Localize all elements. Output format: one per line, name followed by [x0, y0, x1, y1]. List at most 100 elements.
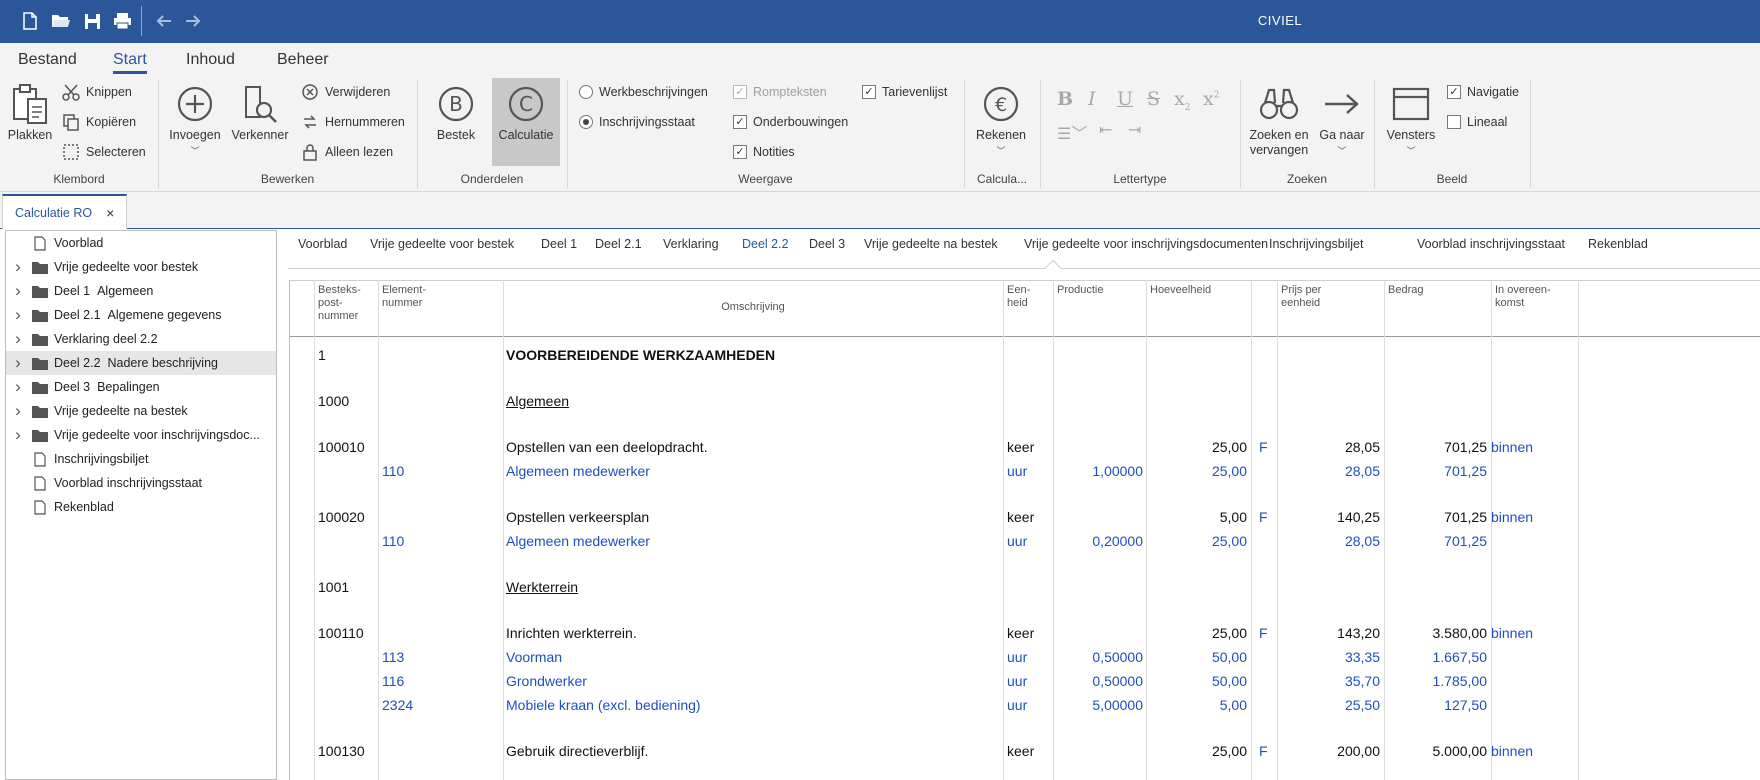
chevron-right-icon[interactable]: ›	[12, 281, 24, 301]
insert-button[interactable]: Invoegen ﹀	[163, 78, 227, 166]
menu-tab-inhoud[interactable]: Inhoud	[186, 51, 235, 69]
checkbox-lineaal[interactable]: Lineaal	[1447, 111, 1507, 133]
menu-tab-bestand[interactable]: Bestand	[18, 51, 77, 69]
tree-item[interactable]: › Vrije gedeelte voor bestek	[6, 255, 276, 279]
bold-icon[interactable]: B	[1057, 88, 1073, 110]
tree-item[interactable]: Voorblad	[6, 231, 276, 255]
paste-button[interactable]: Plakken	[4, 78, 56, 166]
checkbox-rompteksten[interactable]: ✓ Rompteksten	[733, 81, 827, 103]
radio-inschrijvingsstaat[interactable]: Inschrijvingsstaat	[579, 111, 695, 133]
column-header-element[interactable]: Element-nummer	[382, 284, 492, 310]
radio-werkbeschrijvingen[interactable]: Werkbeschrijvingen	[579, 81, 708, 103]
column-header-productie[interactable]: Productie	[1057, 284, 1142, 297]
subscript-icon[interactable]: x2	[1174, 88, 1190, 113]
checkbox-tarievenlijst[interactable]: ✓ Tarievenlijst	[862, 81, 947, 103]
checkbox-onderbouwingen[interactable]: ✓ Onderbouwingen	[733, 111, 848, 133]
copy-button[interactable]: Kopiëren	[60, 111, 136, 133]
column-header-omschrijving[interactable]: Omschrijving	[503, 301, 1003, 314]
calculatie-button[interactable]: C Calculatie	[492, 78, 560, 166]
chevron-right-icon[interactable]: ›	[12, 305, 24, 325]
save-icon[interactable]	[80, 9, 104, 33]
tree-item[interactable]: Voorblad inschrijvingsstaat	[6, 471, 276, 495]
chevron-right-icon[interactable]: ›	[12, 329, 24, 349]
bestek-button[interactable]: B Bestek	[424, 78, 488, 166]
delete-button[interactable]: Verwijderen	[299, 81, 390, 103]
section-tab[interactable]: Rekenblad	[1588, 237, 1648, 251]
strikethrough-icon[interactable]: S	[1147, 88, 1160, 110]
renumber-button[interactable]: Hernummeren	[299, 111, 405, 133]
section-tab[interactable]: Voorblad inschrijvingsstaat	[1417, 237, 1565, 251]
windows-button[interactable]: Vensters ﹀	[1380, 78, 1442, 166]
title-bar: CIVIEL	[0, 0, 1760, 43]
section-tab[interactable]: Vrije gedeelte na bestek	[864, 237, 998, 251]
column-header-prijs[interactable]: Prijs per eenheid	[1281, 284, 1381, 310]
cell-eenheid: uur	[1007, 533, 1028, 549]
calculatie-label: Calculatie	[498, 128, 554, 142]
column-header-eenheid[interactable]: Een-heid	[1007, 284, 1049, 310]
column-header-hoeveelheid[interactable]: Hoeveelheid	[1150, 284, 1245, 297]
section-tab[interactable]: Deel 1	[541, 237, 577, 251]
section-tab[interactable]: Voorblad	[298, 237, 347, 251]
rekenen-button[interactable]: € Rekenen ﹀	[970, 78, 1032, 166]
tree-item[interactable]: › Verklaring deel 2.2	[6, 327, 276, 351]
cell-productie: 0,50000	[1092, 649, 1143, 665]
cell-flag: F	[1259, 743, 1268, 759]
chevron-right-icon[interactable]: ›	[12, 425, 24, 445]
section-tab[interactable]: Vrije gedeelte voor inschrijvingsdocumen…	[1024, 237, 1268, 251]
checkbox-checked-icon: ✓	[733, 145, 747, 159]
increase-indent-icon[interactable]: ⇥	[1128, 120, 1141, 139]
column-header-post[interactable]: Besteks-post-nummer	[318, 284, 374, 323]
tree-item[interactable]: › Deel 2.1 Algemene gegevens	[6, 303, 276, 327]
decrease-indent-icon[interactable]: ⇤	[1099, 120, 1112, 139]
section-tab[interactable]: Deel 3	[809, 237, 845, 251]
section-tab[interactable]: Vrije gedeelte voor bestek	[370, 237, 514, 251]
read-only-button[interactable]: Alleen lezen	[299, 141, 393, 163]
superscript-icon[interactable]: x2	[1203, 88, 1219, 110]
tree-item[interactable]: › Vrije gedeelte na bestek	[6, 399, 276, 423]
section-tab[interactable]: Deel 2.1	[595, 237, 642, 251]
open-folder-icon[interactable]	[49, 9, 73, 33]
cell-hoeveelheid: 25,00	[1211, 463, 1247, 479]
tree-item[interactable]: › Vrije gedeelte voor inschrijvingsdoc...	[6, 423, 276, 447]
checkbox-navigatie[interactable]: ✓ Navigatie	[1447, 81, 1519, 103]
cell-prijs-per-eenheid: 143,20	[1337, 625, 1380, 641]
cell-omschrijving: Inrichten werkterrein.	[506, 625, 637, 641]
section-tab[interactable]: Deel 2.2	[742, 237, 789, 251]
section-tab[interactable]: Verklaring	[663, 237, 719, 251]
print-icon[interactable]	[110, 9, 134, 33]
chevron-right-icon[interactable]: ›	[12, 377, 24, 397]
select-button[interactable]: Selecteren	[60, 141, 146, 163]
cell-bedrag: 127,50	[1444, 697, 1487, 713]
tree-item[interactable]: Inschrijvingsbiljet	[6, 447, 276, 471]
undo-icon[interactable]	[152, 9, 176, 33]
tree-item-label: Inschrijvingsbiljet	[54, 452, 149, 466]
chevron-right-icon[interactable]: ›	[12, 257, 24, 277]
section-tab[interactable]: Inschrijvingsbiljet	[1269, 237, 1363, 251]
tree-item[interactable]: Rekenblad	[6, 495, 276, 519]
cut-button[interactable]: Knippen	[60, 81, 132, 103]
new-document-icon[interactable]	[18, 9, 42, 33]
close-icon[interactable]: ×	[106, 205, 114, 221]
menu-tab-beheer[interactable]: Beheer	[277, 51, 329, 69]
tree-item[interactable]: › Deel 1 Algemeen	[6, 279, 276, 303]
column-header-overeenkomst[interactable]: In overeen-komst	[1495, 284, 1575, 310]
cell-omschrijving: Algemeen medewerker	[506, 463, 650, 479]
checkbox-notities[interactable]: ✓ Notities	[733, 141, 795, 163]
goto-button[interactable]: Ga naar ﹀	[1314, 78, 1370, 166]
document-tab-calculatie-ro[interactable]: Calculatie RO ×	[2, 194, 127, 229]
explorer-button[interactable]: Verkenner	[228, 78, 292, 166]
chevron-right-icon[interactable]: ›	[12, 353, 24, 373]
menu-tab-start[interactable]: Start	[113, 51, 147, 74]
bullet-list-icon[interactable]: ☰﹀	[1057, 120, 1087, 144]
tree-item[interactable]: › Deel 3 Bepalingen	[6, 375, 276, 399]
underline-icon[interactable]: U	[1117, 88, 1133, 110]
redo-icon[interactable]	[181, 9, 205, 33]
column-header-bedrag[interactable]: Bedrag	[1388, 284, 1488, 297]
italic-icon[interactable]: I	[1088, 88, 1096, 110]
calculation-grid: Besteks-post-nummer Element-nummer Omschri…	[289, 280, 1760, 780]
find-replace-button[interactable]: Zoeken en vervangen	[1246, 78, 1312, 166]
group-label-bewerken: Bewerken	[260, 172, 315, 186]
tree-item[interactable]: › Deel 2.2 Nadere beschrijving	[6, 351, 276, 375]
active-section-pointer	[1044, 259, 1062, 277]
chevron-right-icon[interactable]: ›	[12, 401, 24, 421]
